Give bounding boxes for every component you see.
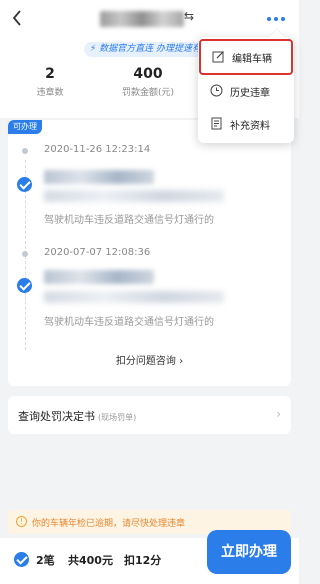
record-description: 驾驶机动车违反道路交通信号灯通行的 <box>44 215 214 226</box>
official-banner: ⚡ 数据官方直连 办理提速有保障 <box>84 42 204 57</box>
points-consult-link[interactable]: 扣分问题咨询 › <box>8 352 291 367</box>
stat-label: 违章数 <box>36 88 64 98</box>
penalty-decision-label: 查询处罚决定书 (现场罚单) <box>18 410 137 423</box>
record-detail-blurred <box>44 190 224 202</box>
violation-card: 可办理 2020-11-26 12:23:14 驾驶机动车违反道路交通信号灯通行… <box>8 120 291 386</box>
menu-item-edit-vehicle[interactable]: 编辑车辆 <box>199 39 293 75</box>
handle-now-button[interactable]: 立即办理 <box>207 530 291 574</box>
timeline-dot <box>22 148 28 154</box>
more-menu: 编辑车辆 历史违章 补充资料 <box>198 29 294 143</box>
record-checkbox[interactable] <box>17 177 32 192</box>
record-location-blurred <box>44 170 154 184</box>
record-time: 2020-11-26 12:23:14 <box>44 144 151 155</box>
menu-item-label: 补充资料 <box>230 121 270 132</box>
record-location-blurred <box>44 270 154 284</box>
top-bar: ⇆ <box>0 0 299 38</box>
vehicle-plate-blurred <box>100 11 184 27</box>
stat-value: 2 <box>45 66 55 82</box>
menu-item-label: 历史违章 <box>230 88 270 99</box>
record-time: 2020-07-07 12:08:36 <box>44 247 151 258</box>
stat-label: 罚款金额(元) <box>121 88 175 98</box>
chevron-left-icon[interactable] <box>12 9 22 27</box>
warning-icon: ! <box>16 516 27 527</box>
record-detail-blurred <box>44 291 224 303</box>
selected-amount: 共400元 <box>68 554 113 567</box>
status-badge: 可办理 <box>8 120 42 134</box>
menu-item-history[interactable]: 历史违章 <box>198 74 294 108</box>
record-checkbox[interactable] <box>17 278 32 293</box>
menu-item-label: 编辑车辆 <box>232 54 272 65</box>
select-all-checkbox[interactable] <box>14 552 29 567</box>
more-dots-icon[interactable] <box>267 17 285 21</box>
timeline-dot <box>22 251 28 257</box>
edit-icon <box>212 51 224 63</box>
penalty-decision-row[interactable]: 查询处罚决定书 (现场罚单) › <box>8 396 291 434</box>
selected-points: 扣12分 <box>124 554 162 567</box>
clock-icon <box>210 84 223 97</box>
switch-icon[interactable]: ⇆ <box>184 9 194 23</box>
stat-violation-count: 2 违章数 <box>10 66 90 98</box>
stat-fine-amount: 400 罚款金额(元) <box>108 66 188 98</box>
menu-item-supplement[interactable]: 补充资料 <box>198 107 294 141</box>
penalty-decision-sub: (现场罚单) <box>98 413 137 422</box>
warning-text: 你的车辆年检已逾期，请尽快处理违章 <box>32 519 186 529</box>
stat-value: 400 <box>133 66 163 82</box>
chevron-right-icon: › <box>276 407 281 421</box>
document-icon <box>211 117 222 130</box>
selected-count: 2笔 <box>36 554 55 567</box>
record-description: 驾驶机动车违反道路交通信号灯通行的 <box>44 317 214 328</box>
